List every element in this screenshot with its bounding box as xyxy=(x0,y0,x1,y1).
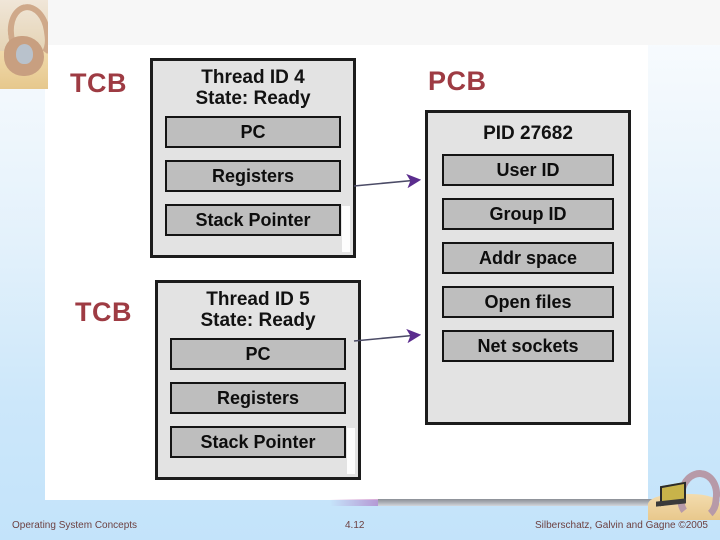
footer-book-title: Operating System Concepts xyxy=(12,520,138,531)
connector-arrow-2 xyxy=(353,328,422,344)
tcb-block-2: Thread ID 5 State: Ready PC Registers St… xyxy=(155,280,361,480)
tcb-label-2: TCB xyxy=(75,297,132,327)
tcb-block-2-title: Thread ID 5 State: Ready xyxy=(158,289,358,332)
slide-footer: Operating System Concepts 4.12 Silbersch… xyxy=(0,516,720,540)
slide-top-strip xyxy=(0,0,720,45)
hatchling-shape xyxy=(16,44,33,64)
pcb-block-pid: PID 27682 xyxy=(483,123,573,144)
tcb-label-1: TCB xyxy=(70,68,127,98)
connector-arrow-1 xyxy=(353,173,422,189)
tcb-field-registers: Registers xyxy=(165,159,341,192)
pcb-field-user-id: User ID xyxy=(442,154,614,187)
tcb-field-stack-pointer: Stack Pointer xyxy=(165,203,341,236)
tcb-block-2-state: State: Ready xyxy=(200,310,316,332)
tcb-field-pc: PC xyxy=(165,115,341,148)
tcb-block-2-fields: PC Registers Stack Pointer xyxy=(158,337,358,458)
footer-divider-fade xyxy=(330,499,380,506)
tcb-block-1-fields: PC Registers Stack Pointer xyxy=(153,115,353,236)
pcb-field-group-id: Group ID xyxy=(442,198,614,231)
tcb-block-1-title: Thread ID 4 State: Ready xyxy=(153,67,353,110)
pcb-block: PID 27682 User ID Group ID Addr space Op… xyxy=(425,110,631,425)
tcb-block-1: Thread ID 4 State: Ready PC Registers St… xyxy=(150,58,356,258)
tcb-field-stack-pointer: Stack Pointer xyxy=(170,425,346,458)
pcb-block-fields: User ID Group ID Addr space Open files N… xyxy=(428,154,628,363)
pcb-field-net-sockets: Net sockets xyxy=(442,330,614,363)
footer-page-number: 4.12 xyxy=(345,520,365,531)
dinosaur-illustration-icon xyxy=(0,0,48,89)
footer-copyright: Silberschatz, Galvin and Gagne ©2005 xyxy=(534,520,708,531)
slide-canvas: TCB Thread ID 4 State: Ready PC Register… xyxy=(0,0,720,540)
tcb-block-1-state: State: Ready xyxy=(195,88,311,110)
pcb-label: PCB xyxy=(428,66,487,96)
tcb-block-2-thread-id: Thread ID 5 xyxy=(206,289,310,310)
tcb-field-pc: PC xyxy=(170,337,346,370)
pcb-field-open-files: Open files xyxy=(442,286,614,319)
dinosaur-laptop-illustration-icon xyxy=(648,468,720,520)
tcb-field-registers: Registers xyxy=(170,381,346,414)
tcb-block-1-thread-id: Thread ID 4 xyxy=(201,67,305,88)
pcb-field-addr-space: Addr space xyxy=(442,242,614,275)
pcb-block-title: PID 27682 xyxy=(428,123,628,144)
